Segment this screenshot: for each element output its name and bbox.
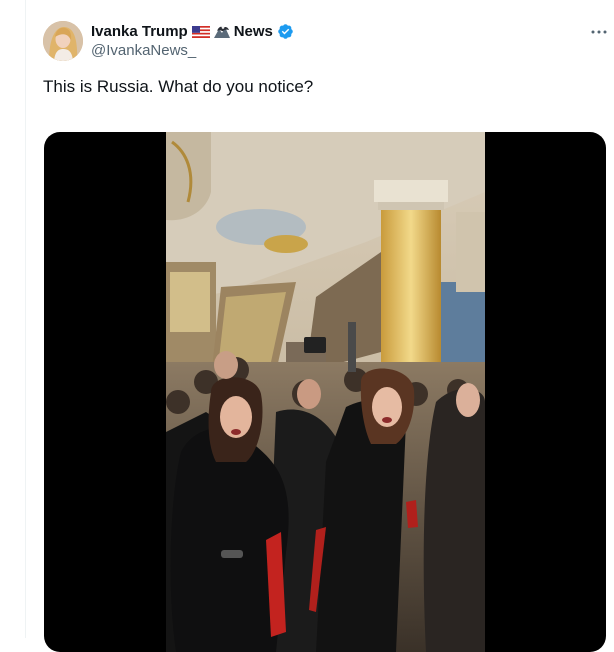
video-frame-image [166, 132, 485, 652]
display-name[interactable]: Ivanka Trump [91, 23, 188, 40]
tweet-card[interactable]: Ivanka Trump News @IvankaNews_ This is R… [26, 0, 614, 652]
author-handle[interactable]: @IvankaNews_ [91, 42, 196, 59]
us-flag-icon [191, 25, 210, 38]
avatar[interactable] [43, 21, 83, 61]
video-player[interactable] [44, 132, 606, 652]
avatar-image [43, 21, 83, 61]
more-options-button[interactable] [589, 22, 609, 42]
tweet-text: This is Russia. What do you notice? [43, 77, 314, 96]
author-name-row[interactable]: Ivanka Trump News [91, 21, 294, 41]
eagle-icon [213, 23, 230, 39]
verified-badge-icon [277, 23, 294, 40]
more-horizontal-icon [591, 30, 607, 34]
display-name-suffix[interactable]: News [234, 23, 273, 40]
